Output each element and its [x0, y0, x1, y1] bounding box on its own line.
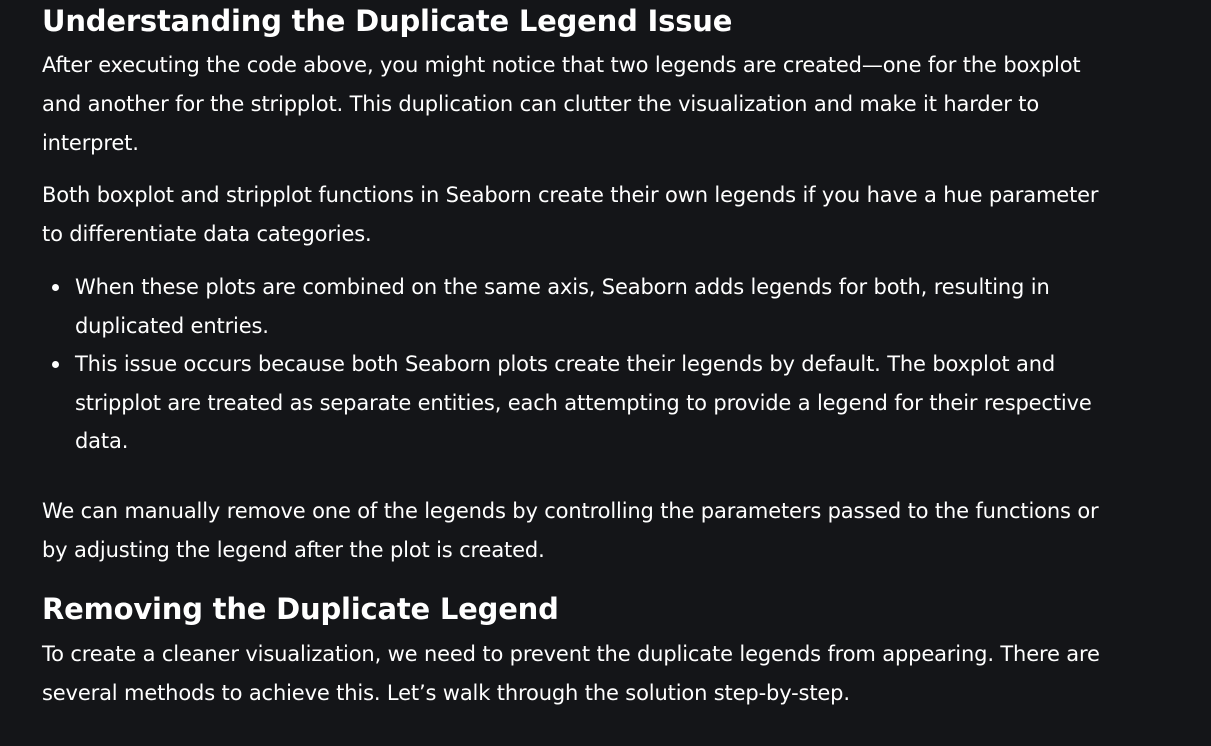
- section-heading-removing-duplicate-legend: Removing the Duplicate Legend: [42, 592, 559, 626]
- list-item-text: This issue occurs because both Seaborn p…: [75, 352, 1092, 453]
- list-item: When these plots are combined on the sam…: [42, 268, 1102, 345]
- bullet-icon: [52, 284, 59, 291]
- section-heading-duplicate-legend-issue: Understanding the Duplicate Legend Issue: [42, 4, 733, 38]
- paragraph-cleaner-visualization: To create a cleaner visualization, we ne…: [42, 642, 1100, 705]
- article-content: Understanding the Duplicate Legend Issue…: [0, 0, 1211, 746]
- paragraph-duplicate-legends-intro: After executing the code above, you migh…: [42, 53, 1081, 155]
- bullet-icon: [52, 361, 59, 368]
- paragraph-manual-removal: We can manually remove one of the legend…: [42, 499, 1099, 562]
- list-item: This issue occurs because both Seaborn p…: [42, 345, 1102, 461]
- list-item-text: When these plots are combined on the sam…: [75, 275, 1050, 338]
- bullet-list: When these plots are combined on the sam…: [42, 268, 1102, 461]
- paragraph-seaborn-legends: Both boxplot and stripplot functions in …: [42, 183, 1099, 246]
